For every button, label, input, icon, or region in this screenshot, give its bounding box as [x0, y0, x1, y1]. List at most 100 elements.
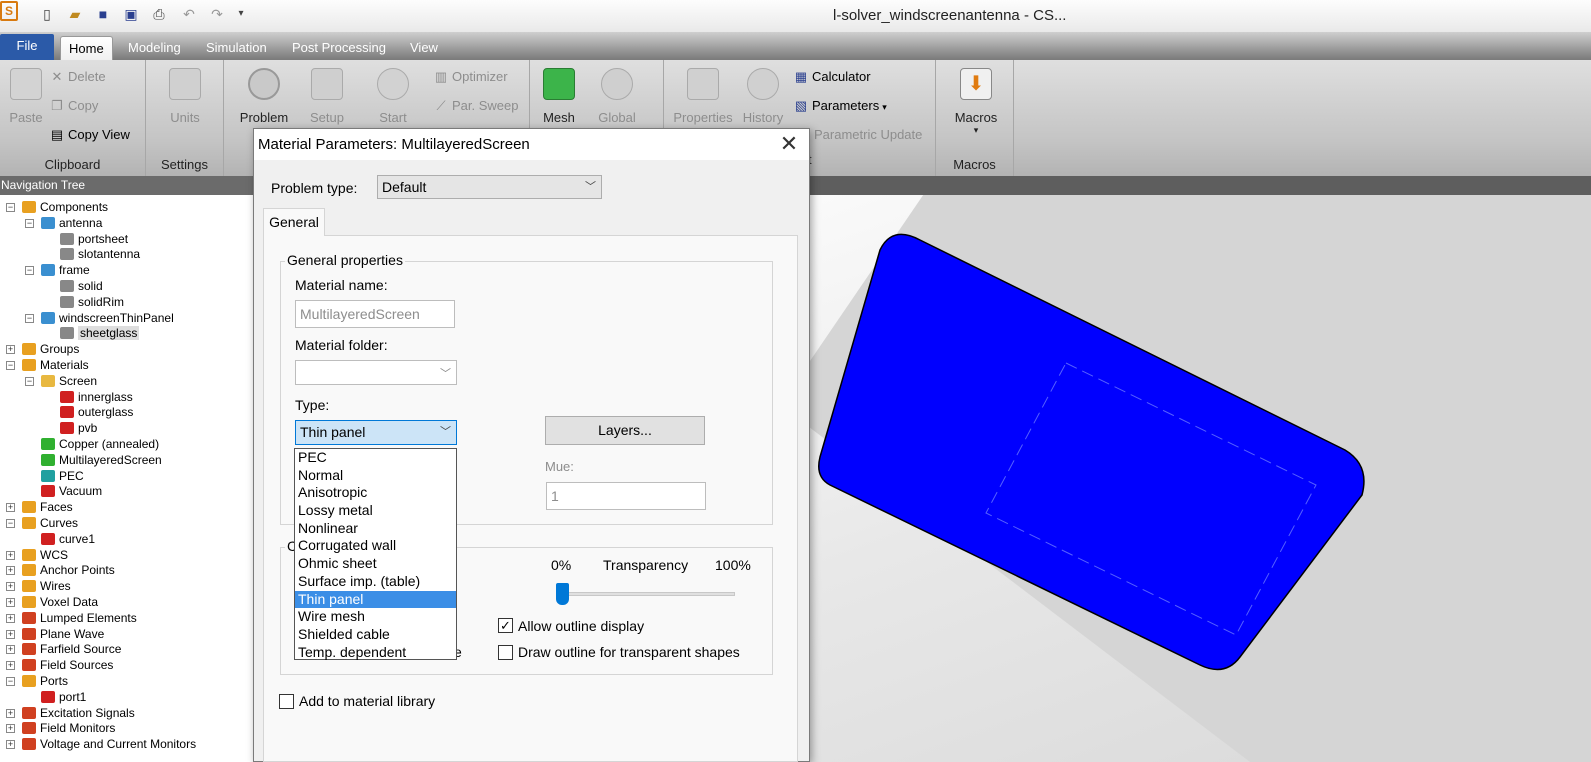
type-option[interactable]: Wire mesh	[295, 608, 456, 626]
tree-expander-icon[interactable]: −	[6, 677, 15, 686]
type-option[interactable]: Ohmic sheet	[295, 555, 456, 573]
save-all-icon[interactable]: ▣	[122, 5, 140, 23]
open-folder-icon[interactable]: ▰	[66, 5, 84, 23]
close-icon[interactable]: ✕	[777, 129, 801, 160]
type-option[interactable]: Temp. dependent	[295, 644, 456, 662]
save-icon[interactable]: ■	[94, 5, 112, 23]
tree-item[interactable]: curve1	[41, 531, 95, 547]
tree-item[interactable]: Materials	[22, 357, 89, 373]
tree-item[interactable]: Vacuum	[41, 483, 102, 499]
tree-expander-icon[interactable]: −	[6, 519, 15, 528]
tree-item[interactable]: Faces	[22, 499, 73, 515]
type-option[interactable]: Lossy metal	[295, 502, 456, 520]
tree-item[interactable]: Excitation Signals	[22, 705, 135, 721]
optimizer-button[interactable]: ▥ Optimizer	[434, 69, 508, 85]
material-folder-select[interactable]: ﹀	[295, 360, 457, 385]
transparency-slider-track[interactable]	[558, 592, 735, 596]
par-sweep-button[interactable]: ⟋ Par. Sweep	[434, 98, 518, 114]
tree-expander-icon[interactable]: +	[6, 598, 15, 607]
tab-simulation[interactable]: Simulation	[198, 36, 275, 60]
redo-icon[interactable]: ↷	[208, 5, 226, 23]
navigation-tree[interactable]: − Components − antenna portsheet slotantenna −…	[0, 195, 258, 762]
start-button[interactable]: Start	[370, 68, 416, 125]
tree-item[interactable]: WCS	[22, 547, 68, 563]
tree-item[interactable]: Copper (annealed)	[41, 436, 159, 452]
tree-item[interactable]: solidRim	[60, 294, 124, 310]
tree-expander-icon[interactable]: +	[6, 503, 15, 513]
tree-expander-icon[interactable]: −	[6, 361, 15, 370]
setup-button[interactable]: Setup	[304, 68, 350, 125]
tree-item[interactable]: MultilayeredScreen	[41, 452, 162, 468]
tree-item[interactable]: Plane Wave	[22, 626, 104, 642]
paste-button[interactable]: Paste	[6, 68, 46, 125]
type-option[interactable]: Corrugated wall	[295, 537, 456, 555]
tree-item[interactable]: solid	[60, 278, 103, 294]
draw-outline-checkbox[interactable]	[498, 645, 513, 660]
tree-item[interactable]: Field Sources	[22, 657, 113, 673]
tab-file[interactable]: File	[0, 34, 54, 60]
parametric-update-button[interactable]: Parametric Update	[814, 127, 922, 142]
undo-icon[interactable]: ↶	[180, 5, 198, 23]
tree-item[interactable]: Curves	[22, 515, 78, 531]
type-option[interactable]: PEC	[295, 449, 456, 467]
transparency-slider-thumb[interactable]	[556, 583, 569, 605]
tree-expander-icon[interactable]: +	[6, 740, 15, 750]
tree-item[interactable]: windscreenThinPanel	[41, 310, 174, 326]
tree-expander-icon[interactable]: −	[25, 313, 34, 323]
add-to-library-checkbox[interactable]	[279, 694, 294, 709]
tree-item[interactable]: Ports	[22, 673, 68, 689]
calculator-button[interactable]: ▦ Calculator	[794, 69, 871, 85]
parameters-button[interactable]: ▧ Parameters ▾	[794, 98, 887, 114]
new-file-icon[interactable]: ▯	[38, 5, 56, 23]
tree-expander-icon[interactable]: −	[6, 203, 15, 212]
customize-dropdown-icon[interactable]: ▾	[232, 5, 250, 23]
type-dropdown-list[interactable]: PEC Normal Anisotropic Lossy metal Nonlinear…	[294, 448, 457, 660]
tree-item[interactable]: Voxel Data	[22, 594, 98, 610]
type-option[interactable]: Normal	[295, 467, 456, 485]
tree-expander-icon[interactable]: +	[6, 661, 15, 671]
type-option[interactable]: Thin panel	[295, 590, 456, 609]
3d-viewport[interactable]	[780, 185, 1591, 762]
tree-item[interactable]: portsheet	[60, 231, 128, 247]
tree-expander-icon[interactable]: +	[6, 645, 15, 655]
units-button[interactable]: Units	[162, 68, 208, 125]
copy-view-button[interactable]: ▤ Copy View	[50, 127, 130, 143]
tree-expander-icon[interactable]: +	[6, 550, 15, 560]
tree-expander-icon[interactable]: +	[6, 582, 15, 592]
type-select[interactable]: Thin panel ﹀	[295, 420, 457, 445]
tree-expander-icon[interactable]: −	[25, 266, 34, 276]
delete-button[interactable]: ✕ Delete	[50, 69, 106, 85]
print-icon[interactable]: ⎙	[150, 5, 168, 23]
tab-modeling[interactable]: Modeling	[120, 36, 189, 60]
tree-item[interactable]: outerglass	[60, 404, 133, 420]
tree-item[interactable]: port1	[41, 689, 86, 705]
type-option[interactable]: Surface imp. (table)	[295, 573, 456, 591]
tree-item[interactable]: frame	[41, 262, 90, 278]
layers-button[interactable]: Layers...	[545, 416, 705, 445]
tree-item[interactable]: Components	[22, 199, 108, 215]
history-button[interactable]: History	[738, 68, 788, 125]
material-name-field[interactable]: MultilayeredScreen	[295, 300, 455, 328]
tree-item[interactable]: innerglass	[60, 389, 133, 405]
tree-item[interactable]: Lumped Elements	[22, 610, 137, 626]
tree-item[interactable]: Farfield Source	[22, 641, 121, 657]
tree-expander-icon[interactable]: +	[6, 566, 15, 576]
tree-expander-icon[interactable]: +	[6, 629, 15, 639]
tree-item[interactable]: Field Monitors	[22, 720, 115, 736]
tree-expander-icon[interactable]: +	[6, 724, 15, 734]
tree-item[interactable]: PEC	[41, 468, 84, 484]
tree-expander-icon[interactable]: −	[25, 376, 34, 386]
allow-outline-checkbox[interactable]: ✓	[498, 618, 513, 633]
tree-item[interactable]: Groups	[22, 341, 79, 357]
tab-general[interactable]: General	[263, 208, 325, 236]
tree-expander-icon[interactable]: +	[6, 613, 15, 623]
tree-item[interactable]: pvb	[60, 420, 97, 436]
tree-expander-icon[interactable]: +	[6, 708, 15, 718]
tab-home[interactable]: Home	[60, 36, 113, 60]
app-logo-icon[interactable]: S	[0, 1, 18, 21]
tree-expander-icon[interactable]: +	[6, 345, 15, 355]
tree-item[interactable]: Wires	[22, 578, 71, 594]
mesh-button[interactable]: Mesh	[536, 68, 582, 125]
tree-item[interactable]: Anchor Points	[22, 562, 115, 578]
properties-button[interactable]: Properties	[670, 68, 736, 125]
